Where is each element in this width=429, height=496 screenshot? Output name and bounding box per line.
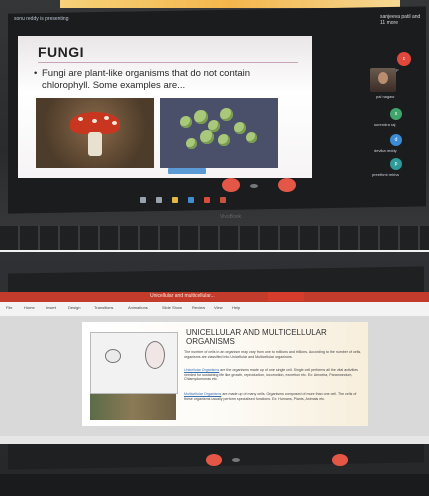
mute-mic-button[interactable] [222,178,240,192]
spore [246,132,257,143]
end-call-button[interactable] [278,178,296,192]
bottom-laptop-photo: Unicellular and multicellular... File Ho… [0,252,429,496]
mushroom-stem [88,132,102,156]
participant-name: surendra raj [374,122,396,127]
sensitivity-badge[interactable] [268,292,304,301]
participant-avatar[interactable]: c [397,52,411,66]
unicellular-cell [105,349,121,363]
more-options-icon[interactable] [250,184,258,188]
bullet-icon: • [34,68,38,79]
tab-review[interactable]: Review [192,305,205,310]
keyboard [0,226,429,250]
tab-file[interactable]: File [6,305,12,310]
end-call-button[interactable] [332,454,348,466]
slide-title: FUNGI [38,44,85,60]
shared-slide-cells: Unicellular and Multicellular Organisms … [82,322,368,426]
document-title: Unicellular and multicellular... [150,293,215,299]
taskbar [120,196,280,204]
participant-name: preethmi rekha [372,172,399,177]
term-unicellular: Unicellular Organisms [184,368,220,372]
powerpoint-icon[interactable] [220,197,226,203]
spore [200,130,214,144]
keyboard [0,474,429,496]
mushroom-image [36,98,154,168]
multicellular-organism [145,341,165,369]
slide-paragraph: Multicellular Organisms are made up of m… [184,392,364,401]
spore [234,122,246,134]
share-banner: sonu reddy is presenting [14,16,69,22]
tab-home[interactable]: Home [24,305,35,310]
participant-name: pal nagaw [376,94,395,99]
slide-title: Unicellular and Multicellular Organisms [186,328,327,346]
tab-view[interactable]: View [214,305,223,310]
participant-face [378,72,388,84]
spore [218,134,230,146]
slide-bullet-text: Fungi are plant-like organisms that do n… [42,68,251,91]
tab-animations[interactable]: Animations [128,305,148,310]
slide-bullet: • Fungi are plant-like organisms that do… [34,68,298,92]
mushroom-cap [70,112,120,134]
participant-video[interactable] [370,68,396,92]
mute-mic-button[interactable] [206,454,222,466]
status-bar [0,436,429,444]
slide-paragraph: Unicellular Organisms are the organisms … [184,368,364,382]
participant-avatar[interactable]: s [390,108,402,120]
shared-slide-fungi: FUNGI • Fungi are plant-like organisms t… [18,36,312,178]
participant-avatar[interactable]: d [390,134,402,146]
edge-icon[interactable] [188,197,194,203]
spore [220,108,233,121]
title-underline [38,62,298,63]
laptop-brand: VivoBook [220,214,242,220]
participant-avatar[interactable]: p [390,158,402,170]
participant-name: devika reddy [374,148,397,153]
tab-design[interactable]: Design [68,305,80,310]
spore [194,110,208,124]
highlight-box [168,168,206,174]
spore [186,138,197,149]
folder-icon[interactable] [172,197,178,203]
start-icon[interactable] [140,197,146,203]
animals-image [90,394,176,420]
spores-image [160,98,278,168]
chrome-icon[interactable] [204,197,210,203]
spore [180,116,192,128]
search-icon[interactable] [156,197,162,203]
tab-insert[interactable]: Insert [46,305,56,310]
cell-diagram-image [90,332,178,394]
term-multicellular: Multicellular Organisms [184,392,222,396]
tab-help[interactable]: Help [232,305,240,310]
tab-slide-show[interactable]: Slide Show [162,305,182,310]
top-laptop-photo: sonu reddy is presenting FUNGI • Fungi a… [0,0,429,252]
slide-paragraph: The number of cells in an organism may v… [184,350,362,359]
more-options-icon[interactable] [232,458,240,462]
participants-header: sanjeeva patil and 11 more [380,14,421,26]
tab-transitions[interactable]: Transitions [94,305,113,310]
